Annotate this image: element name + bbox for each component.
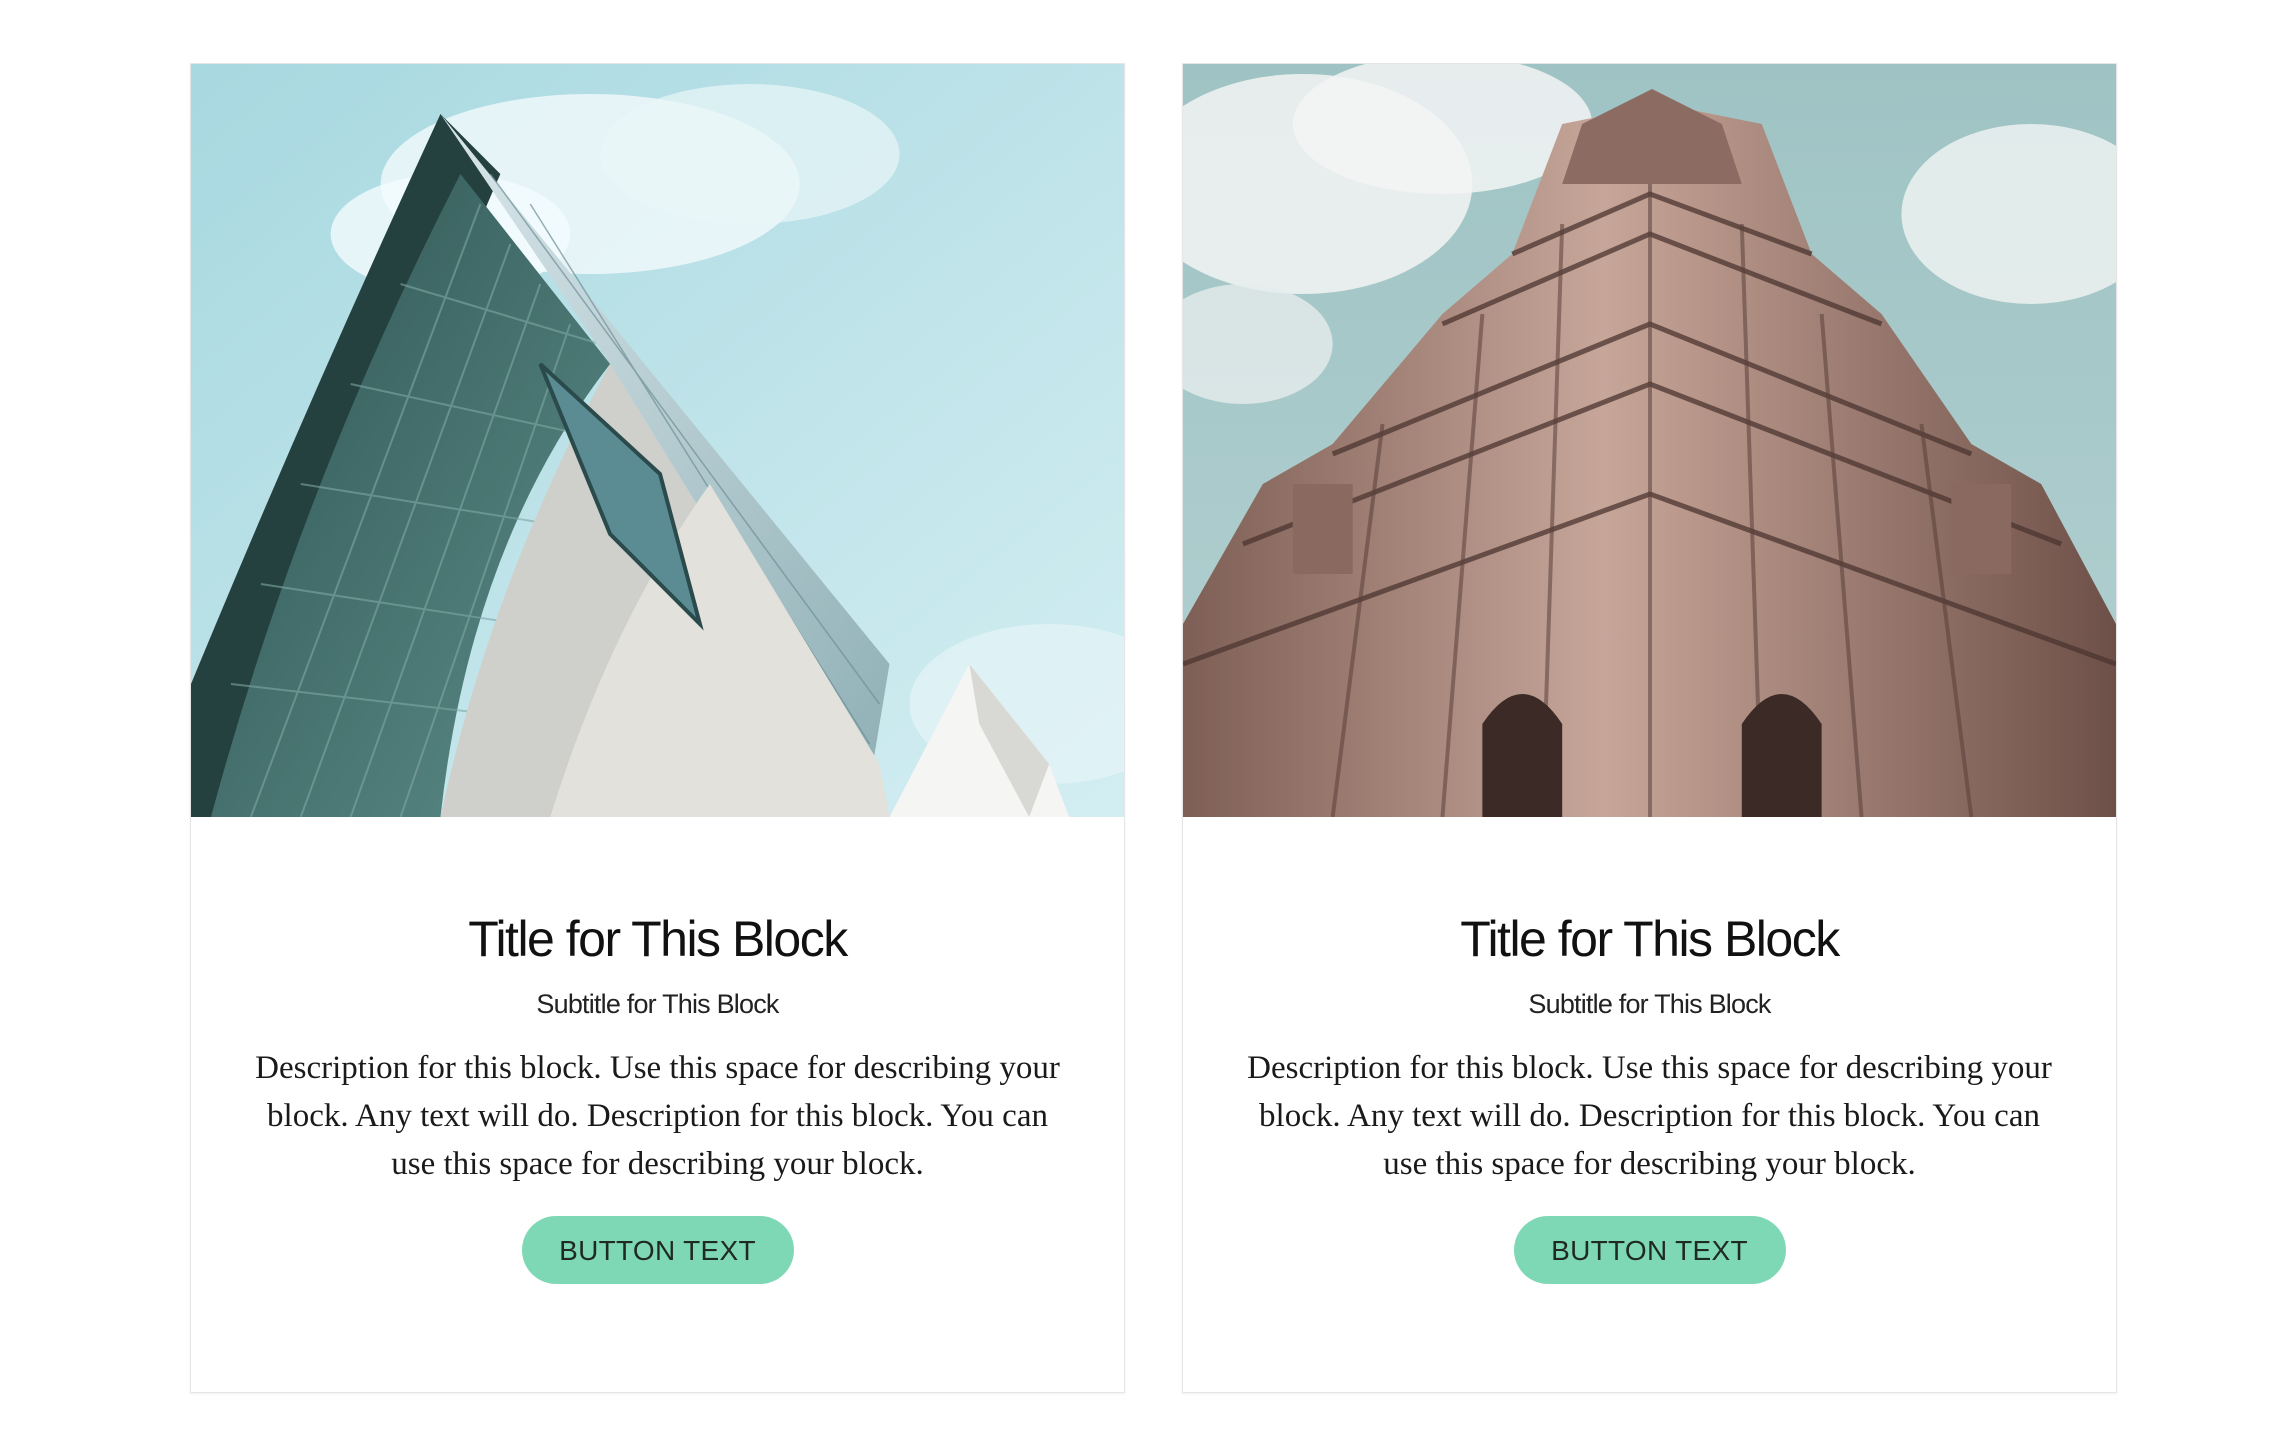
stone-tower-image — [1183, 64, 2116, 817]
card-1-image — [191, 64, 1124, 817]
card-subtitle: Subtitle for This Block — [1528, 989, 1771, 1019]
card-1-button[interactable]: BUTTON TEXT — [521, 1216, 794, 1284]
card-1: Title for This Block Subtitle for This B… — [190, 63, 1125, 1393]
cards-container: Title for This Block Subtitle for This B… — [190, 63, 2117, 1393]
modern-building-image — [191, 64, 1124, 817]
card-1-body: Title for This Block Subtitle for This B… — [191, 817, 1124, 1284]
card-2-body: Title for This Block Subtitle for This B… — [1183, 817, 2116, 1284]
card-title: Title for This Block — [468, 911, 848, 967]
card-2: Title for This Block Subtitle for This B… — [1182, 63, 2117, 1393]
card-2-image — [1183, 64, 2116, 817]
card-2-button[interactable]: BUTTON TEXT — [1513, 1216, 1786, 1284]
card-title: Title for This Block — [1460, 911, 1840, 967]
card-description: Description for this block. Use this spa… — [1247, 1050, 2052, 1182]
card-description: Description for this block. Use this spa… — [255, 1050, 1060, 1182]
card-subtitle: Subtitle for This Block — [536, 989, 779, 1019]
